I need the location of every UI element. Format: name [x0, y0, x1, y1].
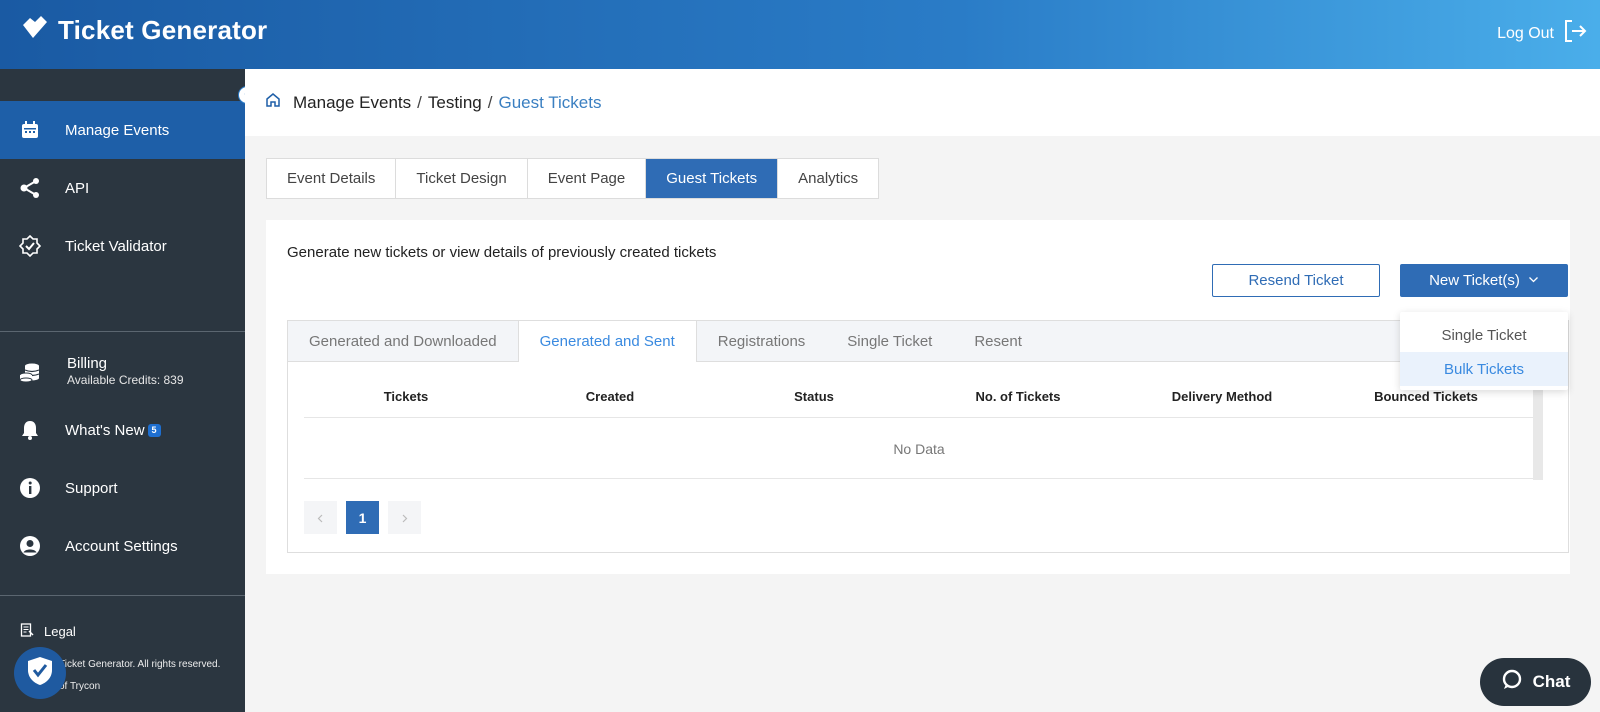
breadcrumb: Manage Events / Testing / Guest Tickets [245, 69, 1600, 136]
coins-icon [19, 361, 41, 383]
legal-label: Legal [44, 624, 76, 639]
new-tickets-dropdown: Single Ticket Bulk Tickets [1400, 312, 1568, 390]
sidebar-item-api[interactable]: API [0, 159, 245, 217]
whats-new-text: What's New [65, 421, 145, 439]
pagination: 1 [304, 501, 421, 534]
subtab-generated-sent[interactable]: Generated and Sent [517, 321, 697, 362]
info-icon [19, 477, 41, 499]
sidebar-item-billing[interactable]: Billing Available Credits: 839 [0, 343, 245, 401]
whats-new-label: What's New 5 [65, 422, 161, 439]
sidebar-item-label: Support [65, 479, 118, 497]
chevron-down-icon [1528, 272, 1539, 289]
next-page-button[interactable] [388, 501, 421, 534]
breadcrumb-manage-events[interactable]: Manage Events [293, 93, 411, 113]
shield-check-icon [26, 656, 54, 691]
chat-button[interactable]: Chat [1480, 658, 1591, 706]
sidebar-divider [0, 595, 245, 596]
billing-label: Billing [67, 355, 108, 372]
column-header-no-of-tickets[interactable]: No. of Tickets [975, 389, 1060, 404]
whats-new-badge: 5 [147, 423, 161, 437]
table-header: Tickets Created Status No. of Tickets De… [304, 375, 1534, 418]
breadcrumb-separator: / [487, 92, 493, 112]
chevron-left-icon [316, 510, 325, 526]
subtab-single-ticket[interactable]: Single Ticket [826, 321, 953, 361]
user-circle-icon [19, 535, 41, 557]
sidebar-divider [0, 331, 245, 332]
column-header-tickets[interactable]: Tickets [384, 389, 429, 404]
column-header-bounced-tickets[interactable]: Bounced Tickets [1374, 389, 1478, 404]
document-icon [20, 623, 34, 640]
sidebar-item-whats-new[interactable]: What's New 5 [0, 401, 245, 459]
legal-link[interactable]: Legal [20, 623, 76, 640]
logout-label: Log Out [1497, 24, 1554, 42]
table-scrollbar[interactable] [1533, 375, 1543, 480]
ticket-subtabs: Generated and Downloaded Generated and S… [288, 321, 1568, 362]
copyright-owner: of Trycon [59, 681, 101, 692]
tab-ticket-design[interactable]: Ticket Design [396, 159, 528, 198]
tab-analytics[interactable]: Analytics [778, 159, 878, 198]
share-icon [19, 177, 41, 199]
subtab-resent[interactable]: Resent [953, 321, 1043, 361]
chat-bubble-icon [1501, 669, 1523, 696]
empty-table-message: No Data [304, 419, 1534, 479]
app-logo[interactable]: Ticket Generator [20, 12, 267, 48]
sidebar-item-label: Ticket Validator [65, 237, 167, 255]
column-header-created[interactable]: Created [586, 389, 634, 404]
tab-guest-tickets[interactable]: Guest Tickets [646, 159, 779, 198]
guest-tickets-card: Generate new tickets or view details of … [266, 220, 1570, 574]
sidebar-item-manage-events[interactable]: Manage Events [0, 101, 245, 159]
sidebar: Manage Events API Ticket Validator Billi… [0, 69, 245, 712]
breadcrumb-testing[interactable]: Testing [428, 93, 482, 113]
subtab-generated-downloaded[interactable]: Generated and Downloaded [288, 321, 518, 361]
tab-event-details[interactable]: Event Details [267, 159, 397, 198]
breadcrumb-current: Guest Tickets [498, 92, 602, 112]
new-tickets-button[interactable]: New Ticket(s) [1400, 264, 1568, 297]
column-header-delivery-method[interactable]: Delivery Method [1172, 389, 1272, 404]
sidebar-item-label: Manage Events [65, 121, 170, 139]
bell-icon [19, 419, 41, 441]
security-badge[interactable] [14, 647, 66, 699]
home-icon[interactable] [265, 92, 293, 113]
sidebar-item-label: Account Settings [65, 537, 178, 555]
sidebar-item-ticket-validator[interactable]: Ticket Validator [0, 217, 245, 275]
page-number-button[interactable]: 1 [346, 501, 379, 534]
logout-icon [1562, 18, 1588, 49]
calendar-icon [19, 119, 41, 141]
breadcrumb-separator: / [417, 92, 422, 112]
resend-ticket-button[interactable]: Resend Ticket [1212, 264, 1380, 297]
tickets-panel: Generated and Downloaded Generated and S… [287, 320, 1569, 553]
ticket-logo-icon [20, 13, 50, 48]
sidebar-item-label: API [65, 179, 90, 197]
column-header-status[interactable]: Status [794, 389, 834, 404]
subtab-registrations[interactable]: Registrations [697, 321, 827, 361]
menu-item-bulk-tickets[interactable]: Bulk Tickets [1400, 352, 1568, 386]
sidebar-item-support[interactable]: Support [0, 459, 245, 517]
app-title: Ticket Generator [58, 14, 268, 45]
previous-page-button[interactable] [304, 501, 337, 534]
chat-label: Chat [1532, 672, 1571, 691]
top-header: Ticket Generator Log Out [0, 0, 1600, 69]
badge-check-icon [19, 235, 41, 257]
tab-event-page[interactable]: Event Page [528, 159, 647, 198]
menu-item-single-ticket[interactable]: Single Ticket [1400, 318, 1568, 352]
card-description: Generate new tickets or view details of … [287, 244, 717, 261]
available-credits: Available Credits: 839 [67, 373, 184, 387]
sidebar-item-account-settings[interactable]: Account Settings [0, 517, 245, 575]
chevron-right-icon [400, 510, 409, 526]
event-tabs: Event Details Ticket Design Event Page G… [266, 158, 880, 199]
new-tickets-label: New Ticket(s) [1429, 272, 1520, 289]
copyright-text: Ticket Generator. All rights reserved. [59, 659, 221, 670]
logout-button[interactable]: Log Out [1497, 18, 1588, 49]
